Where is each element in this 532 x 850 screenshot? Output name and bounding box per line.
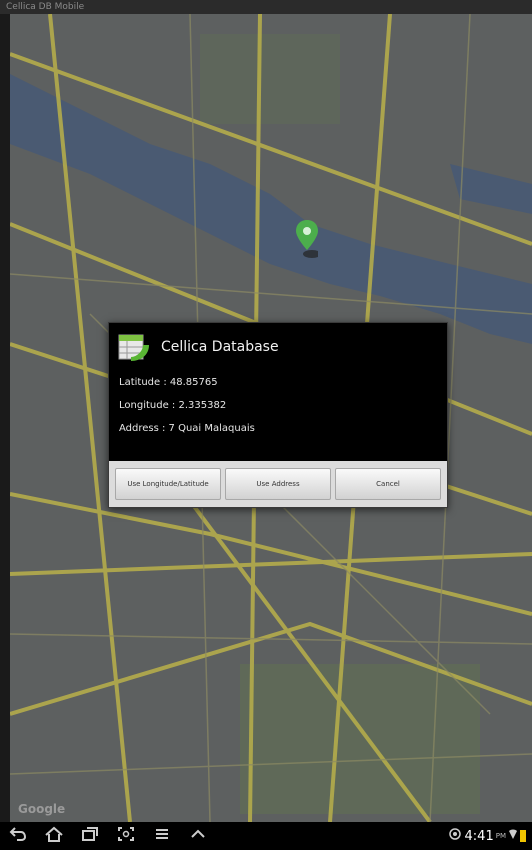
dialog-body: Latitude : 48.85765 Longitude : 2.335382… [109,371,447,440]
location-dialog: Cellica Database Latitude : 48.85765 Lon… [108,322,448,508]
home-icon[interactable] [36,826,72,846]
cancel-button[interactable]: Cancel [335,468,441,500]
dialog-header: Cellica Database [109,323,447,371]
back-icon[interactable] [0,826,36,846]
battery-icon [520,830,526,842]
status-area[interactable]: 4:41 PM [448,828,532,844]
system-nav-bar: 4:41 PM [0,822,532,850]
cellica-app-icon [117,331,151,363]
latitude-text: Latitude : 48.85765 [119,377,218,388]
screenshot-icon[interactable] [108,826,144,846]
dialog-button-bar: Use Longitude/Latitude Use Address Cance… [109,461,447,507]
address-text: Address : 7 Quai Malaquais [119,423,255,434]
app-title: Cellica DB Mobile [6,2,85,12]
wifi-icon [508,828,518,844]
use-address-button[interactable]: Use Address [225,468,331,500]
use-longitude-latitude-button[interactable]: Use Longitude/Latitude [115,468,221,500]
dialog-title: Cellica Database [161,339,279,355]
map-pin-icon[interactable] [296,220,321,260]
settings-status-icon [448,828,461,844]
clock-time: 4:41 [464,828,494,844]
clock-ampm: PM [495,832,506,840]
google-attribution: Google [18,802,66,816]
chevron-up-icon[interactable] [180,826,216,846]
menu-icon[interactable] [144,826,180,846]
screen: Cellica DB Mobile Google Cellica Databas… [0,0,532,850]
longitude-text: Longitude : 2.335382 [119,400,227,411]
recent-apps-icon[interactable] [72,826,108,846]
app-title-bar: Cellica DB Mobile [0,0,532,14]
